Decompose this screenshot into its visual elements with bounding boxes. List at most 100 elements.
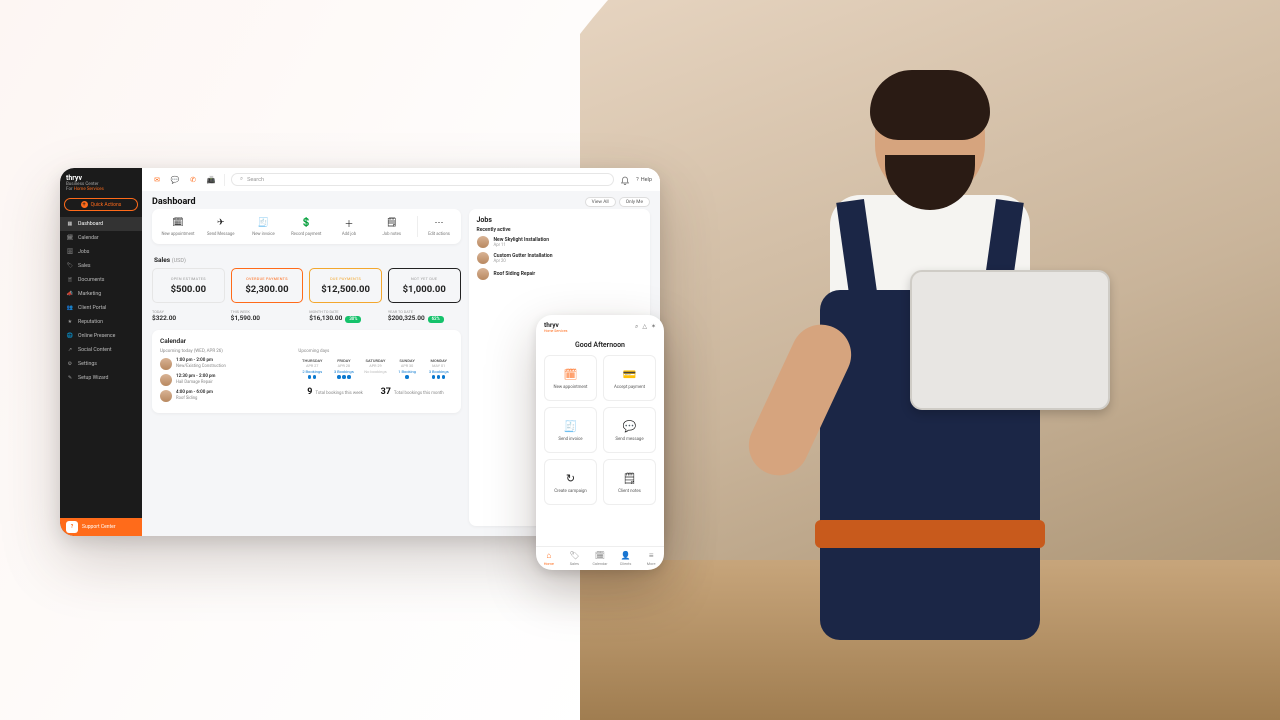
cash-icon: 💲 [298,216,314,230]
job-item[interactable]: New Skylight InstallationApr 11 [477,236,642,248]
megaphone-icon: 📣 [66,290,74,298]
question-icon: ? [66,521,78,533]
brand-logo: thryv Business Center For Home Services [60,168,142,194]
mobile-bell-icon[interactable]: △ [642,323,647,331]
calendar-event[interactable]: 4:00 pm - 6:00 pmRoof Siding [160,390,288,402]
mobile-action-client-notes[interactable]: 🗒Client notes [603,459,656,505]
mobile-nav-calendar[interactable]: 🗓Calendar [587,547,613,570]
star-icon: ★ [66,318,74,326]
sales-card-not-yet-due[interactable]: NOT YET DUE$1,000.00 [388,268,461,303]
send-icon: ✈ [213,216,229,230]
avatar [477,236,489,248]
page-title: Dashboard [152,197,196,207]
sales-period-year-to-date: YEAR TO DATE$200,325.0062% [388,309,461,322]
chat-icon: 💬 [621,418,639,434]
gear-icon: ⚙ [66,360,74,368]
globe-icon: 🌐 [66,332,74,340]
mobile-nav-clients[interactable]: 👤Clients [613,547,639,570]
sales-period-this-week: THIS WEEK$1,590.00 [231,309,304,322]
mobile-action-accept-payment[interactable]: 💳Accept payment [603,355,656,401]
avatar [160,374,172,386]
invoice-icon: 🧾 [562,418,580,434]
mobile-action-create-campaign[interactable]: ↻Create campaign [544,459,597,505]
mobile-app-window: thryv Home Services ⌕ △ ✶ Good Afternoon… [536,315,664,570]
calendar-day[interactable]: FRIDAYAPR 283 Bookings [330,358,358,379]
bell-icon[interactable] [620,175,630,185]
view-all-pill[interactable]: View All [585,197,616,207]
fax-icon[interactable]: 📠 [204,174,218,186]
sales-card-open-estimates[interactable]: OPEN ESTIMATES$500.00 [152,268,225,303]
help-icon: ? [636,177,639,183]
sidebar-item-social-content[interactable]: ↗Social Content [60,343,142,357]
dots-icon: ⋯ [431,216,447,230]
briefcase-icon: 🗄 [66,248,74,256]
action-record-payment[interactable]: 💲Record payment [288,216,324,237]
hero-photo [580,0,1280,720]
sidebar-item-reputation[interactable]: ★Reputation [60,315,142,329]
mobile-nav-home[interactable]: ⌂Home [536,547,562,570]
plus-icon: + [81,201,88,208]
note-icon: 🗒 [621,470,639,486]
sales-card-overdue-payments[interactable]: OVERDUE PAYMENTS$2,300.00 [231,268,304,303]
users-icon: 👥 [66,304,74,312]
sidebar-item-setup-wizard[interactable]: ✎Setup Wizard [60,371,142,385]
mobile-action-send-invoice[interactable]: 🧾Send invoice [544,407,597,453]
search-icon: ⌕ [240,176,243,183]
mobile-brand-logo: thryv Home Services [544,321,567,333]
search-input[interactable]: ⌕ Search [231,173,614,186]
calendar-event[interactable]: 1:00 pm - 2:00 pmNew/Existing Constructi… [160,358,288,370]
mobile-action-send-message[interactable]: 💬Send message [603,407,656,453]
sidebar-item-dashboard[interactable]: ▦Dashboard [60,217,142,231]
action-add-job[interactable]: ＋Add job [331,216,367,237]
calendar-event[interactable]: 12:30 pm - 2:00 pmHail Damage Repair [160,374,288,386]
edit-actions-button[interactable]: ⋯Edit actions [417,216,453,237]
avatar [160,390,172,402]
sidebar-item-sales[interactable]: 🏷Sales [60,259,142,273]
job-item[interactable]: Custom Gutter InstallationApr 20 [477,252,642,264]
action-new-appointment[interactable]: 🗓New appointment [160,216,196,237]
chat-icon[interactable]: 💬 [168,174,182,186]
calendar-card: Calendar Upcoming today (WED, APR 26) 1:… [152,330,461,413]
wand-icon: ✎ [66,374,74,382]
calendar-icon: 🗓 [170,216,186,230]
tag-icon: 🏷 [66,262,74,270]
support-center-button[interactable]: ? Support Center [60,518,142,536]
mobile-nav-sales[interactable]: 🏷Sales [562,547,588,570]
calendar-icon: 🗓 [595,551,605,560]
help-link[interactable]: ? Help [636,177,652,183]
sales-period-today: TODAY$322.00 [152,309,225,322]
tag-icon: 🏷 [569,551,579,560]
mobile-greeting: Good Afternoon [536,335,664,355]
menu-icon: ≡ [649,551,654,560]
mobile-search-icon[interactable]: ⌕ [635,323,638,331]
card-icon: 💳 [621,366,639,382]
action-send-message[interactable]: ✈Send Message [203,216,239,237]
mobile-action-new-appointment[interactable]: 🗓New appointment [544,355,597,401]
sidebar-item-calendar[interactable]: 🗓Calendar [60,231,142,245]
home-icon: ⌂ [546,551,551,560]
job-item[interactable]: Roof Siding Repair [477,268,642,280]
calendar-day[interactable]: THURSDAYAPR 272 Bookings [298,358,326,379]
avatar [160,358,172,370]
sales-card-due-payments[interactable]: DUE PAYMENTS$12,500.00 [309,268,382,303]
sidebar-item-settings[interactable]: ⚙Settings [60,357,142,371]
quick-actions-button[interactable]: + Quick Actions [64,198,138,211]
sidebar-item-documents[interactable]: 🗎Documents [60,273,142,287]
user-icon: 👤 [621,551,631,560]
phone-icon[interactable]: ✆ [186,174,200,186]
only-me-pill[interactable]: Only Me [619,197,650,207]
sidebar-item-online-presence[interactable]: 🌐Online Presence [60,329,142,343]
action-new-invoice[interactable]: 🧾New invoice [246,216,282,237]
sidebar-item-client-portal[interactable]: 👥Client Portal [60,301,142,315]
calendar-day[interactable]: SUNDAYAPR 301 Booking [393,358,421,379]
mail-icon[interactable]: ✉ [150,174,164,186]
avatar [477,252,489,264]
calendar-icon: 🗓 [66,234,74,242]
action-job-notes[interactable]: 🗒Job notes [374,216,410,237]
mobile-gear-icon[interactable]: ✶ [651,323,656,331]
calendar-day[interactable]: MONDAYMAY 013 Bookings [425,358,453,379]
sidebar-item-jobs[interactable]: 🗄Jobs [60,245,142,259]
sidebar-item-marketing[interactable]: 📣Marketing [60,287,142,301]
calendar-day[interactable]: SATURDAYAPR 29No bookings [362,358,390,379]
sales-period-month-to-date: MONTH TO DATE$16,130.0030% [309,309,382,322]
